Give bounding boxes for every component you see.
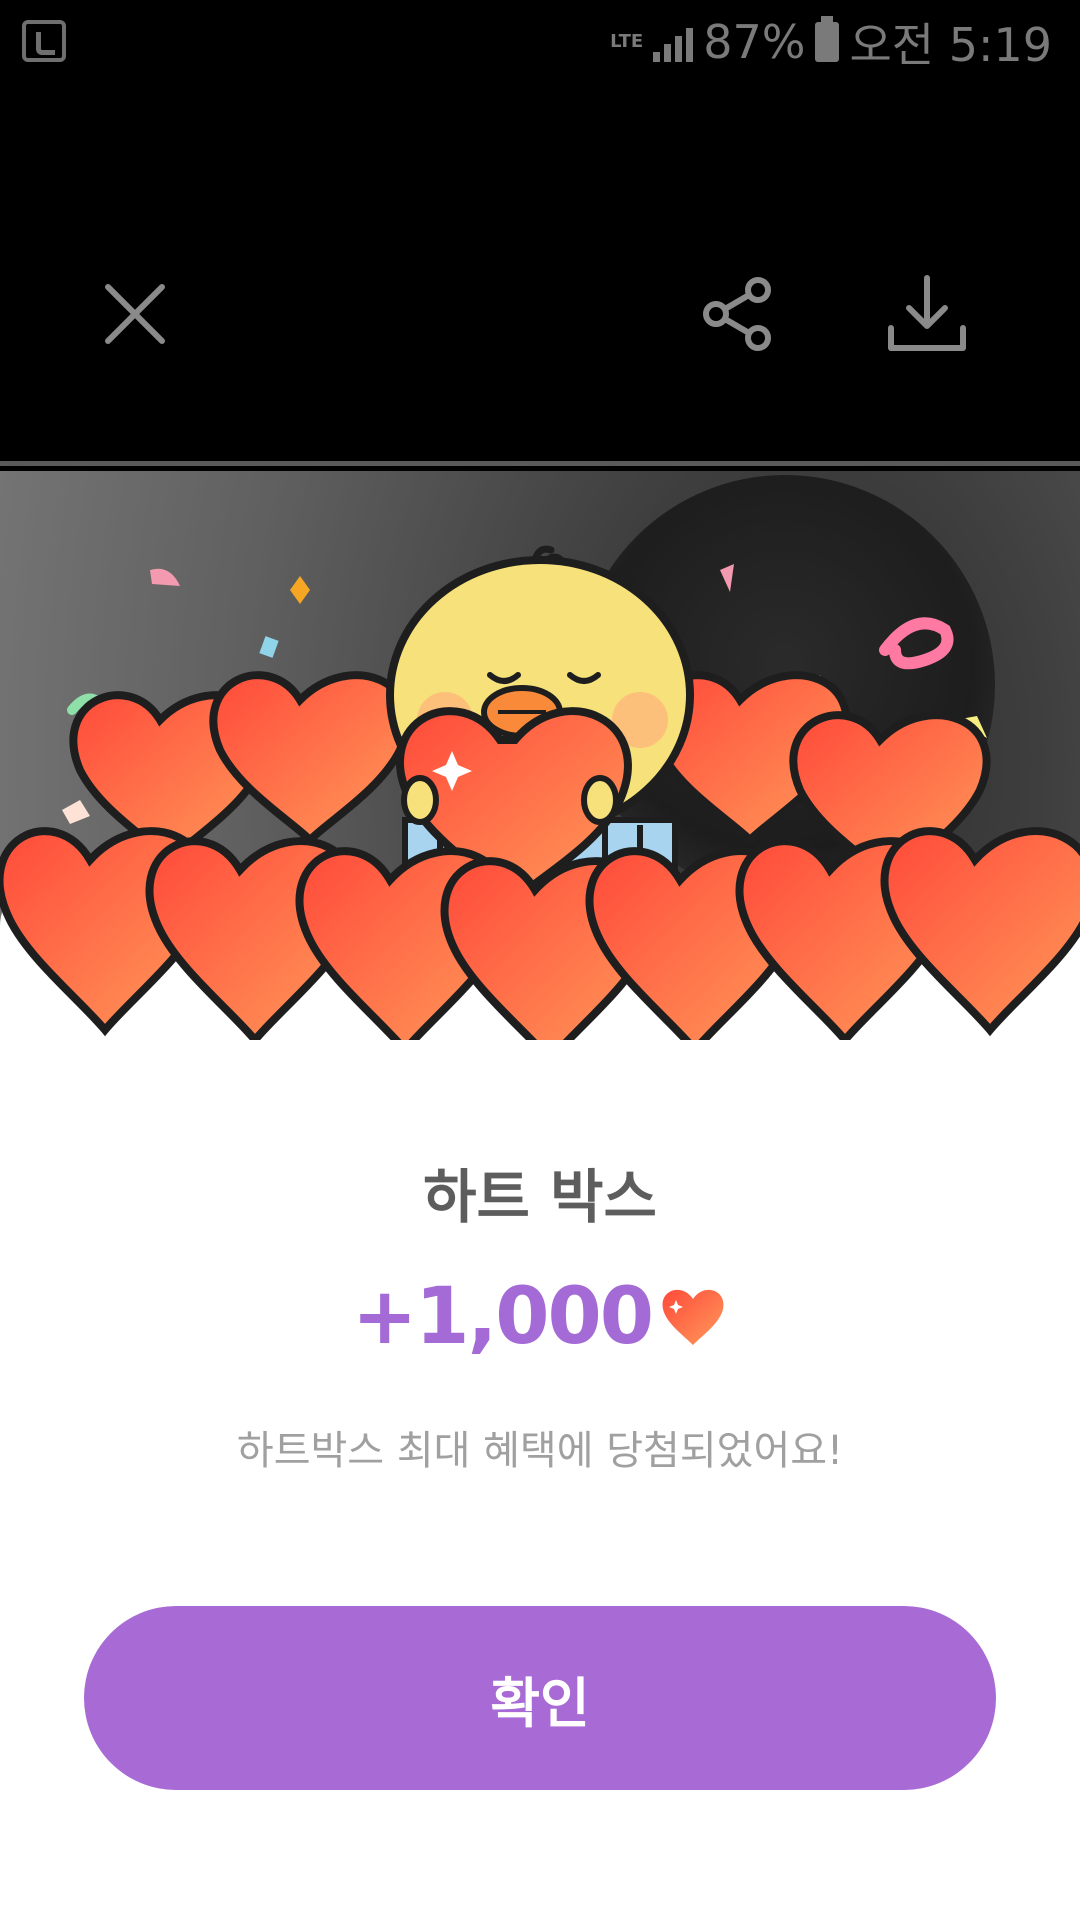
confirm-button[interactable]: 확인 bbox=[84, 1606, 996, 1790]
reward-amount-row: +1,000 bbox=[0, 1272, 1080, 1362]
heart-box-illustration bbox=[0, 545, 1080, 1040]
close-button[interactable] bbox=[85, 264, 185, 364]
battery-icon bbox=[815, 16, 840, 62]
reward-amount: +1,000 bbox=[351, 1272, 654, 1362]
signal-icon bbox=[653, 22, 694, 62]
download-icon bbox=[888, 275, 966, 351]
share-button[interactable] bbox=[688, 264, 788, 364]
network-type: LTE bbox=[610, 31, 644, 52]
reward-title: 하트 박스 bbox=[423, 1163, 657, 1231]
app-notification-icon bbox=[22, 20, 66, 62]
download-button[interactable] bbox=[877, 264, 977, 364]
close-icon bbox=[105, 284, 165, 344]
viewer-toolbar bbox=[0, 84, 1080, 466]
status-bar: LTE 87% 오전 5:19 bbox=[0, 0, 1080, 84]
battery-percent: 87% bbox=[703, 15, 806, 69]
reward-message: 하트박스 최대 혜택에 당첨되었어요! bbox=[236, 1428, 844, 1474]
share-icon bbox=[703, 277, 771, 351]
status-indicators: LTE 87% 오전 5:19 bbox=[610, 12, 1052, 72]
clock: 오전 5:19 bbox=[849, 18, 1052, 72]
heart-icon bbox=[662, 1289, 724, 1345]
